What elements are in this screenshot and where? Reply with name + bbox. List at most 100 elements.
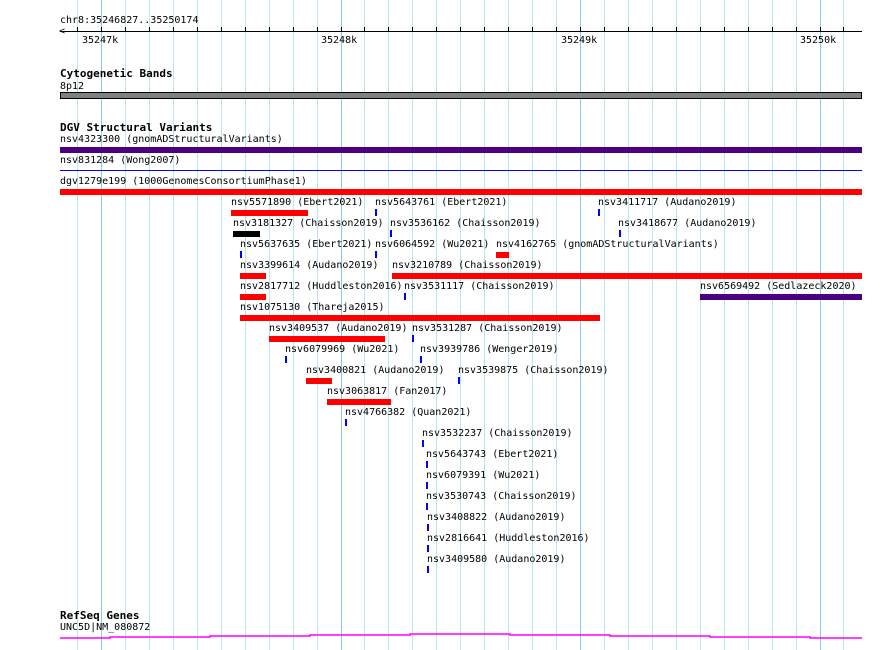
feature-bar[interactable] — [345, 419, 347, 426]
feature-label: nsv6079969 (Wu2021) — [285, 344, 400, 355]
ruler-tick — [388, 27, 389, 32]
ruler-tick — [652, 27, 653, 32]
feature-label: nsv3399614 (Audano2019) — [240, 260, 379, 271]
feature-bar[interactable] — [285, 356, 287, 363]
ruler-tick — [341, 27, 342, 32]
ruler-tick — [245, 27, 246, 32]
feature-label: nsv3409537 (Audano2019) — [269, 323, 408, 334]
feature-bar[interactable] — [598, 209, 600, 216]
feature-label: nsv6079391 (Wu2021) — [426, 470, 541, 481]
feature-label: nsv3210789 (Chaisson2019) — [392, 260, 543, 271]
feature-bar[interactable] — [412, 335, 414, 342]
ruler-tick — [532, 27, 533, 32]
feature-bar[interactable] — [233, 231, 260, 237]
ruler-tick — [460, 27, 461, 32]
feature-label: nsv3531117 (Chaisson2019) — [404, 281, 555, 292]
ruler-tick — [604, 27, 605, 32]
ruler-tick — [820, 27, 821, 32]
feature-bar[interactable] — [427, 524, 429, 531]
ruler-tick — [628, 27, 629, 32]
ruler-tick — [101, 27, 102, 32]
feature-bar[interactable] — [426, 461, 428, 468]
ruler-tick — [676, 27, 677, 32]
tick-label: 35248k — [321, 35, 358, 46]
feature-label: nsv3411717 (Audano2019) — [598, 197, 737, 208]
feature-bar[interactable] — [427, 566, 429, 573]
feature-label: nsv5643761 (Ebert2021) — [375, 197, 508, 208]
ruler-tick — [556, 27, 557, 32]
tick-label: 35250k — [800, 35, 837, 46]
feature-bar[interactable] — [60, 147, 862, 153]
feature-bar[interactable] — [60, 170, 862, 171]
feature-label: nsv2816641 (Huddleston2016) — [427, 533, 590, 544]
feature-bar[interactable] — [390, 230, 392, 237]
feature-bar[interactable] — [240, 315, 600, 321]
ruler-tick — [77, 27, 78, 32]
feature-bar[interactable] — [240, 273, 266, 279]
feature-label: nsv831284 (Wong2007) — [60, 155, 181, 166]
gene-model[interactable] — [0, 628, 890, 642]
feature-label: nsv5643743 (Ebert2021) — [426, 449, 559, 460]
feature-bar[interactable] — [269, 336, 385, 342]
feature-label: nsv3063817 (Fan2017) — [327, 386, 448, 397]
feature-bar[interactable] — [426, 503, 428, 510]
track-title: RefSeq Genes — [60, 609, 140, 622]
ruler-tick — [843, 27, 844, 32]
band-label: 8p12 — [60, 81, 85, 92]
ruler-tick — [436, 27, 437, 32]
ruler-axis — [60, 31, 862, 32]
feature-bar[interactable] — [619, 230, 621, 237]
cytoband-bar[interactable] — [60, 92, 862, 99]
scroll-left-arrow-icon[interactable]: < — [59, 26, 65, 37]
feature-bar[interactable] — [404, 293, 406, 300]
ruler-tick — [748, 27, 749, 32]
feature-bar[interactable] — [420, 356, 422, 363]
feature-label: nsv3530743 (Chaisson2019) — [426, 491, 577, 502]
tick-label: 35247k — [82, 35, 119, 46]
ruler-tick — [772, 27, 773, 32]
ruler-tick — [412, 27, 413, 32]
feature-bar[interactable] — [375, 251, 377, 258]
feature-bar[interactable] — [327, 399, 391, 405]
location-label: chr8:35246827..35250174 — [60, 15, 199, 26]
ruler-tick — [269, 27, 270, 32]
feature-label: nsv6064592 (Wu2021) — [375, 239, 490, 250]
feature-bar[interactable] — [240, 294, 266, 300]
feature-bar[interactable] — [375, 209, 377, 216]
feature-bar[interactable] — [60, 189, 862, 195]
ruler-tick — [700, 27, 701, 32]
ruler-tick — [580, 27, 581, 32]
feature-label: nsv3939786 (Wenger2019) — [420, 344, 559, 355]
feature-label: nsv3181327 (Chaisson2019) — [233, 218, 384, 229]
feature-label: nsv3400821 (Audano2019) — [306, 365, 445, 376]
feature-bar[interactable] — [458, 377, 460, 384]
ruler-tick — [508, 27, 509, 32]
feature-bar[interactable] — [427, 545, 429, 552]
feature-label: nsv3408822 (Audano2019) — [427, 512, 566, 523]
ruler-tick — [197, 27, 198, 32]
feature-bar[interactable] — [700, 294, 862, 300]
feature-label: nsv4162765 (gnomADStructuralVariants) — [496, 239, 719, 250]
feature-bar[interactable] — [422, 440, 424, 447]
feature-bar[interactable] — [426, 482, 428, 489]
ruler-tick — [293, 27, 294, 32]
feature-label: nsv4766382 (Quan2021) — [345, 407, 472, 418]
ruler-tick — [149, 27, 150, 32]
feature-label: nsv3418677 (Audano2019) — [618, 218, 757, 229]
feature-label: nsv3536162 (Chaisson2019) — [390, 218, 541, 229]
feature-bar[interactable] — [496, 252, 509, 258]
feature-label: nsv4323300 (gnomADStructuralVariants) — [60, 134, 283, 145]
feature-label: nsv5571890 (Ebert2021) — [231, 197, 364, 208]
ruler-tick — [125, 27, 126, 32]
track-title: Cytogenetic Bands — [60, 67, 173, 80]
feature-label: nsv3532237 (Chaisson2019) — [422, 428, 573, 439]
ruler-tick — [173, 27, 174, 32]
feature-bar[interactable] — [231, 210, 308, 216]
feature-label: nsv2817712 (Huddleston2016) — [240, 281, 403, 292]
feature-bar[interactable] — [240, 251, 242, 258]
ruler-tick — [364, 27, 365, 32]
track-title: DGV Structural Variants — [60, 121, 213, 134]
feature-bar[interactable] — [306, 378, 332, 384]
ruler-tick — [484, 27, 485, 32]
feature-bar[interactable] — [392, 273, 862, 279]
